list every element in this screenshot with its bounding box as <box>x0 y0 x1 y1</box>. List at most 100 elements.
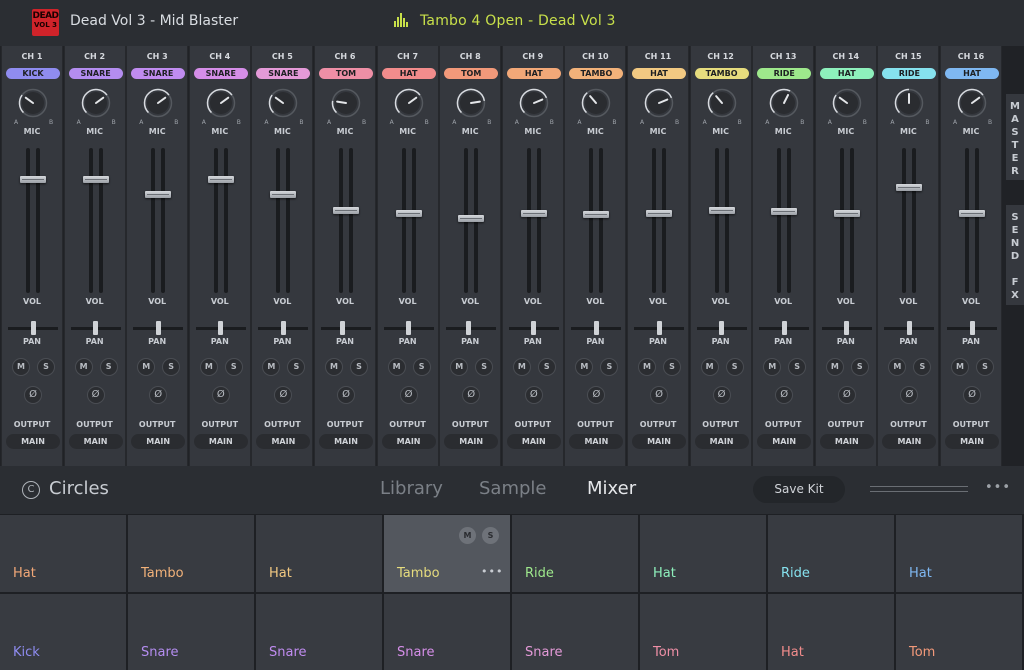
mute-button[interactable]: M <box>763 358 782 376</box>
mute-button[interactable]: M <box>700 358 719 376</box>
pad[interactable]: Snare <box>128 594 254 670</box>
pad[interactable]: Snare <box>384 594 510 670</box>
solo-button[interactable]: S <box>350 358 368 376</box>
master-tab[interactable]: MASTER <box>1006 94 1024 180</box>
mic-knob[interactable] <box>206 88 236 118</box>
mute-button[interactable]: M <box>387 358 406 376</box>
solo-button[interactable]: S <box>537 358 556 376</box>
mic-knob[interactable] <box>519 88 549 118</box>
pad[interactable]: Snare <box>512 594 638 670</box>
volume-fader[interactable] <box>207 176 234 183</box>
pad[interactable]: Tom <box>896 594 1022 670</box>
kit-title[interactable]: Dead Vol 3 - Mid Blaster <box>70 13 238 29</box>
pad[interactable]: Tom <box>640 594 766 670</box>
pan-slider[interactable] <box>218 321 224 335</box>
channel-tag[interactable]: HAT <box>819 68 874 79</box>
mic-knob[interactable] <box>894 88 924 118</box>
mute-button[interactable]: M <box>825 358 844 376</box>
solo-button[interactable]: S <box>224 358 243 376</box>
mic-knob[interactable] <box>331 88 361 118</box>
mic-knob[interactable] <box>143 88 173 118</box>
phase-invert-button[interactable]: Ø <box>837 386 856 404</box>
solo-button[interactable]: S <box>663 358 681 376</box>
mute-button[interactable]: M <box>137 358 156 376</box>
channel-tag[interactable]: SNARE <box>68 68 123 79</box>
phase-invert-button[interactable]: Ø <box>399 386 418 404</box>
mic-knob[interactable] <box>707 88 737 118</box>
mute-button[interactable]: M <box>638 358 656 376</box>
pad-solo-button[interactable]: S <box>482 527 499 544</box>
pan-slider[interactable] <box>339 321 345 335</box>
solo-button[interactable]: S <box>412 358 431 376</box>
volume-fader[interactable] <box>959 209 985 217</box>
output-select[interactable]: MAIN <box>319 434 373 449</box>
pan-slider[interactable] <box>30 321 36 335</box>
volume-fader[interactable] <box>333 206 359 214</box>
tab-mixer[interactable]: Mixer <box>587 478 636 499</box>
mic-knob[interactable] <box>18 88 48 118</box>
mute-button[interactable]: M <box>325 358 343 376</box>
pad[interactable]: Tambo <box>128 515 254 592</box>
volume-fader[interactable] <box>646 209 672 217</box>
pan-slider[interactable] <box>719 321 725 335</box>
channel-tag[interactable]: RIDE <box>757 68 812 79</box>
pan-slider[interactable] <box>531 321 537 335</box>
channel-tag[interactable]: SNARE <box>131 68 186 79</box>
mute-button[interactable]: M <box>12 358 30 376</box>
channel-tag[interactable]: TAMBO <box>694 68 749 79</box>
phase-invert-button[interactable]: Ø <box>963 386 981 404</box>
more-options-icon[interactable]: ••• <box>985 480 1011 495</box>
volume-fader[interactable] <box>270 191 297 199</box>
solo-button[interactable]: S <box>725 358 744 376</box>
pad[interactable]: Snare <box>256 594 382 670</box>
mute-button[interactable]: M <box>512 358 531 376</box>
pan-slider[interactable] <box>93 321 99 335</box>
volume-fader[interactable] <box>145 191 172 199</box>
channel-tag[interactable]: HAT <box>632 68 686 79</box>
channel-tag[interactable]: RIDE <box>882 68 937 79</box>
channel-tag[interactable]: KICK <box>6 68 60 79</box>
mic-knob[interactable] <box>81 88 111 118</box>
channel-tag[interactable]: HAT <box>945 68 999 79</box>
phase-invert-button[interactable]: Ø <box>587 386 606 404</box>
output-select[interactable]: MAIN <box>882 434 937 449</box>
output-select[interactable]: MAIN <box>506 434 561 449</box>
mic-knob[interactable] <box>769 88 799 118</box>
phase-invert-button[interactable]: Ø <box>337 386 355 404</box>
pan-slider[interactable] <box>466 321 472 335</box>
mute-button[interactable]: M <box>74 358 93 376</box>
pad[interactable]: Hat <box>896 515 1022 592</box>
channel-tag[interactable]: TOM <box>444 68 499 79</box>
mute-button[interactable]: M <box>450 358 469 376</box>
phase-invert-button[interactable]: Ø <box>24 386 42 404</box>
pad[interactable]: Hat <box>768 594 894 670</box>
pad-more-icon[interactable]: ••• <box>481 565 503 578</box>
channel-tag[interactable]: HAT <box>506 68 561 79</box>
volume-fader[interactable] <box>771 208 798 216</box>
volume-fader[interactable] <box>833 209 860 217</box>
solo-button[interactable]: S <box>475 358 494 376</box>
pad[interactable]: Ride <box>768 515 894 592</box>
channel-tag[interactable]: SNARE <box>256 68 311 79</box>
mic-knob[interactable] <box>394 88 424 118</box>
volume-fader[interactable] <box>82 176 109 183</box>
phase-invert-button[interactable]: Ø <box>900 386 919 404</box>
channel-tag[interactable]: HAT <box>381 68 436 79</box>
mute-button[interactable]: M <box>888 358 907 376</box>
output-select[interactable]: MAIN <box>694 434 749 449</box>
solo-button[interactable]: S <box>162 358 181 376</box>
volume-fader[interactable] <box>395 209 422 217</box>
output-select[interactable]: MAIN <box>632 434 686 449</box>
mute-button[interactable]: M <box>262 358 281 376</box>
save-kit-button[interactable]: Save Kit <box>753 476 845 503</box>
channel-tag[interactable]: TOM <box>319 68 373 79</box>
output-select[interactable]: MAIN <box>819 434 874 449</box>
mic-knob[interactable] <box>644 88 674 118</box>
pan-slider[interactable] <box>155 321 161 335</box>
phase-invert-button[interactable]: Ø <box>211 386 230 404</box>
channel-tag[interactable]: TAMBO <box>569 68 624 79</box>
pan-slider[interactable] <box>656 321 662 335</box>
pan-slider[interactable] <box>969 321 975 335</box>
solo-button[interactable]: S <box>37 358 55 376</box>
solo-button[interactable]: S <box>850 358 869 376</box>
